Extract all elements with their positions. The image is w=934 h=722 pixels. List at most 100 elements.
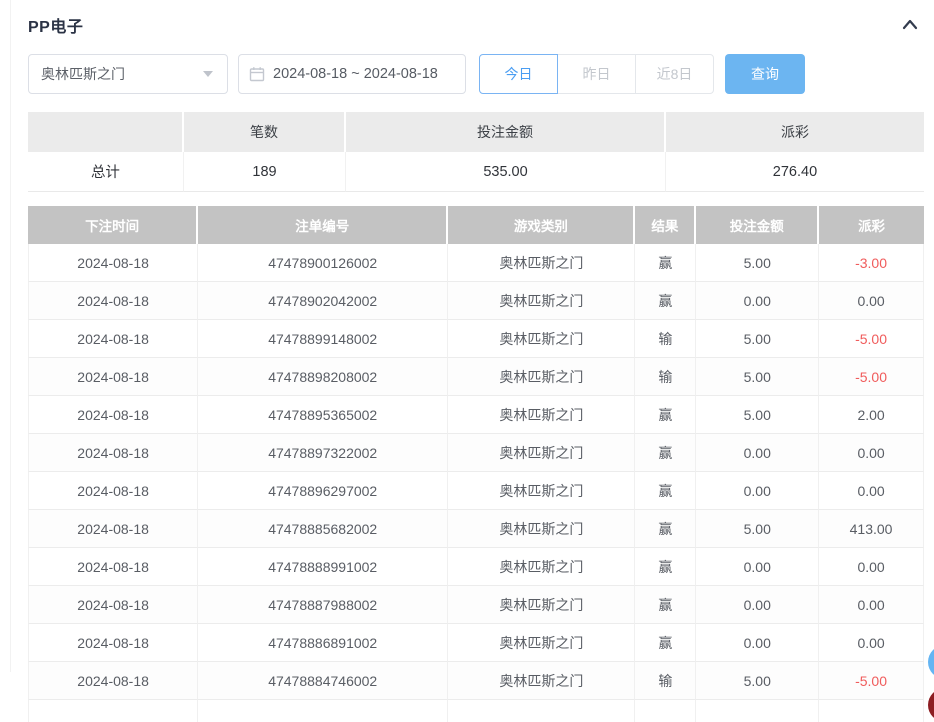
game-type-cell: 奥林匹斯之门 [448,510,635,548]
caret-down-icon [203,71,213,77]
summary-header-payout: 派彩 [666,112,924,152]
records-header-row: 下注时间 注单编号 游戏类别 结果 投注金额 派彩 [28,206,924,244]
result-cell: 赢 [635,510,696,548]
header-game-type: 游戏类别 [448,206,635,244]
header-payout: 派彩 [819,206,924,244]
game-type-cell: 奥林匹斯之门 [448,396,635,434]
bet-time-cell: 2024-08-18 [28,358,198,396]
calendar-icon [249,66,265,82]
table-row-partial [28,700,924,722]
payout-cell: 0.00 [819,282,924,320]
header-bet-amount: 投注金额 [696,206,819,244]
date-range-input[interactable]: 2024-08-18 ~ 2024-08-18 [238,54,466,94]
bet-time-cell: 2024-08-18 [28,434,198,472]
collapse-button[interactable] [898,13,922,37]
summary-total-label: 总计 [28,152,184,192]
bet-amount-cell: 5.00 [696,510,819,548]
summary-total-bet-amount: 535.00 [346,152,666,192]
game-type-cell: 奥林匹斯之门 [448,548,635,586]
summary-total-payout: 276.40 [666,152,924,192]
header-bet-number: 注单编号 [198,206,448,244]
bet-number-cell: 47478902042002 [198,282,448,320]
summary-header-count: 笔数 [184,112,346,152]
header-bet-time: 下注时间 [28,206,198,244]
result-cell: 赢 [635,282,696,320]
table-row: 2024-08-18 47478887988002 奥林匹斯之门 赢 0.00 … [28,586,924,624]
game-select[interactable]: 奥林匹斯之门 [28,54,228,94]
bet-amount-cell: 0.00 [696,434,819,472]
bet-number-cell: 47478897322002 [198,434,448,472]
game-type-cell: 奥林匹斯之门 [448,662,635,700]
game-type-cell: 奥林匹斯之门 [448,434,635,472]
game-type-cell: 奥林匹斯之门 [448,624,635,662]
table-row: 2024-08-18 47478885682002 奥林匹斯之门 赢 5.00 … [28,510,924,548]
bet-time-cell: 2024-08-18 [28,472,198,510]
payout-cell: 2.00 [819,396,924,434]
bet-time-cell: 2024-08-18 [28,548,198,586]
game-type-cell: 奥林匹斯之门 [448,472,635,510]
bet-amount-cell: 5.00 [696,320,819,358]
bet-time-cell: 2024-08-18 [28,396,198,434]
summary-total-count: 189 [184,152,346,192]
summary-total-row: 总计 189 535.00 276.40 [28,152,924,192]
bet-number-cell: 47478887988002 [198,586,448,624]
today-button[interactable]: 今日 [479,54,558,94]
table-row: 2024-08-18 47478898208002 奥林匹斯之门 输 5.00 … [28,358,924,396]
result-cell: 输 [635,320,696,358]
bet-time-cell: 2024-08-18 [28,624,198,662]
payout-cell: 413.00 [819,510,924,548]
bet-number-cell: 47478888991002 [198,548,448,586]
result-cell: 输 [635,358,696,396]
panel-edge-divider [10,0,11,672]
bet-number-cell: 47478898208002 [198,358,448,396]
bet-time-cell: 2024-08-18 [28,320,198,358]
game-type-cell: 奥林匹斯之门 [448,586,635,624]
table-row: 2024-08-18 47478897322002 奥林匹斯之门 赢 0.00 … [28,434,924,472]
bet-number-cell: 47478884746002 [198,662,448,700]
payout-cell: 0.00 [819,586,924,624]
table-row: 2024-08-18 47478886891002 奥林匹斯之门 赢 0.00 … [28,624,924,662]
game-select-value: 奥林匹斯之门 [41,64,125,84]
game-type-cell: 奥林匹斯之门 [448,358,635,396]
bet-time-cell: 2024-08-18 [28,244,198,282]
summary-header-row: 笔数 投注金额 派彩 [28,112,924,152]
records-table: 下注时间 注单编号 游戏类别 结果 投注金额 派彩 2024-08-18 474… [28,206,924,722]
bet-number-cell: 47478885682002 [198,510,448,548]
payout-cell: 0.00 [819,472,924,510]
bet-amount-cell: 5.00 [696,358,819,396]
bet-number-cell: 47478900126002 [198,244,448,282]
last-8-days-button[interactable]: 近8日 [635,54,714,94]
bet-time-cell: 2024-08-18 [28,662,198,700]
result-cell: 赢 [635,586,696,624]
result-cell: 赢 [635,396,696,434]
result-cell: 赢 [635,624,696,662]
bet-number-cell: 47478895365002 [198,396,448,434]
bet-amount-cell: 0.00 [696,472,819,510]
table-row: 2024-08-18 47478884746002 奥林匹斯之门 输 5.00 … [28,662,924,700]
yesterday-button[interactable]: 昨日 [557,54,636,94]
bet-time-cell: 2024-08-18 [28,586,198,624]
result-cell: 赢 [635,548,696,586]
payout-cell: 0.00 [819,548,924,586]
result-cell: 赢 [635,244,696,282]
payout-cell: -3.00 [819,244,924,282]
bet-amount-cell: 5.00 [696,662,819,700]
filter-toolbar: 奥林匹斯之门 2024-08-18 ~ 2024-08-18 今日 昨日 近8日… [28,54,924,94]
payout-cell: 0.00 [819,624,924,662]
table-row: 2024-08-18 47478888991002 奥林匹斯之门 赢 0.00 … [28,548,924,586]
bet-number-cell: 47478899148002 [198,320,448,358]
game-type-cell: 奥林匹斯之门 [448,320,635,358]
bet-amount-cell: 5.00 [696,396,819,434]
betting-records-panel: PP电子 奥林匹斯之门 2024-08-18 ~ 2024-08-18 今日 昨… [0,0,934,712]
bet-time-cell: 2024-08-18 [28,510,198,548]
date-range-value: 2024-08-18 ~ 2024-08-18 [273,66,438,82]
quick-filter-group: 今日 昨日 近8日 [479,54,714,94]
table-row: 2024-08-18 47478899148002 奥林匹斯之门 输 5.00 … [28,320,924,358]
chevron-up-icon [900,15,920,35]
payout-cell: -5.00 [819,320,924,358]
game-type-cell: 奥林匹斯之门 [448,244,635,282]
table-row: 2024-08-18 47478900126002 奥林匹斯之门 赢 5.00 … [28,244,924,282]
payout-cell: 0.00 [819,434,924,472]
search-button[interactable]: 查询 [725,54,805,94]
bet-amount-cell: 0.00 [696,624,819,662]
